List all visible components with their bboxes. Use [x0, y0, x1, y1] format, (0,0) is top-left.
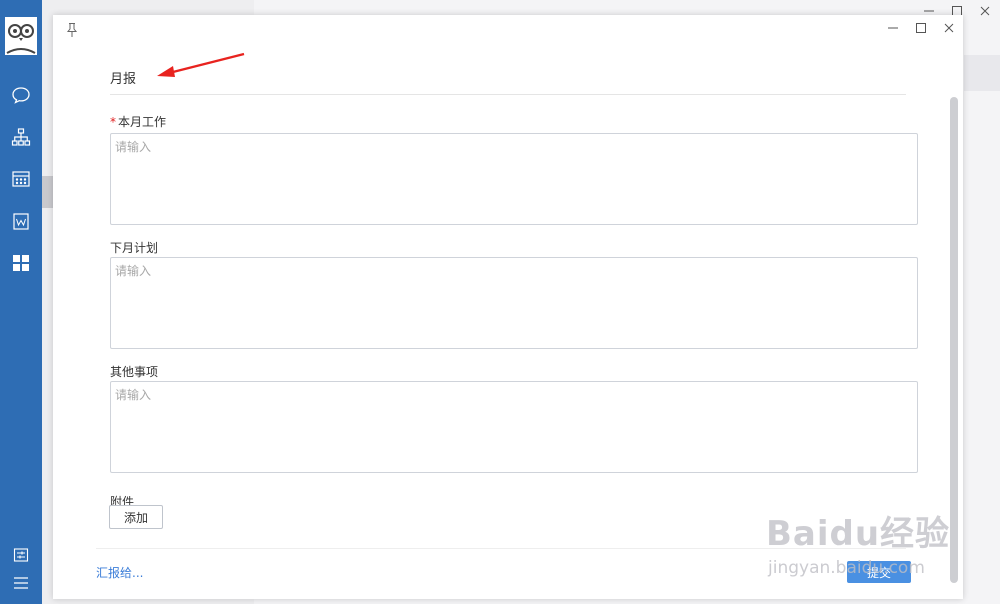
footer-divider: [96, 548, 906, 549]
settings-icon[interactable]: [9, 543, 33, 567]
field-label-other-matters: 其他事项: [110, 365, 159, 379]
add-attachment-button[interactable]: 添加: [109, 505, 163, 529]
dialog-title: 月报: [110, 72, 137, 87]
menu-icon[interactable]: [9, 571, 33, 595]
field-label-next-month-plan: 下月计划: [110, 241, 159, 255]
calendar-icon[interactable]: [9, 167, 33, 191]
pin-icon[interactable]: [65, 22, 79, 38]
chat-icon[interactable]: [9, 83, 33, 107]
this-month-work-input[interactable]: [110, 133, 918, 225]
other-matters-input[interactable]: [110, 381, 918, 473]
dialog-scrollbar[interactable]: [950, 97, 958, 583]
dialog-maximize-icon[interactable]: [911, 18, 931, 38]
title-divider: [110, 94, 906, 95]
field-label-this-month-work: * 本月工作: [110, 115, 167, 129]
org-chart-icon[interactable]: [9, 125, 33, 149]
list-selection-marker: [42, 176, 53, 208]
dialog-close-icon[interactable]: [939, 18, 959, 38]
required-mark: *: [110, 115, 116, 129]
outer-close-icon[interactable]: [974, 2, 996, 20]
main-pane-header-band: [964, 55, 1000, 91]
app-sidebar: [0, 0, 42, 604]
apps-grid-icon[interactable]: [9, 251, 33, 275]
monthly-report-dialog: 月报 *本月工作 下月计划 其他事项 附件 添加 汇报给... 提交: [53, 15, 963, 599]
annotation-arrow-icon: [157, 52, 245, 77]
document-icon[interactable]: [9, 209, 33, 233]
next-month-plan-input[interactable]: [110, 257, 918, 349]
report-to-link[interactable]: 汇报给...: [96, 564, 143, 581]
avatar[interactable]: [5, 17, 37, 55]
submit-button[interactable]: 提交: [847, 561, 911, 583]
owl-avatar-icon: [5, 17, 37, 55]
dialog-minimize-icon[interactable]: [883, 18, 903, 38]
